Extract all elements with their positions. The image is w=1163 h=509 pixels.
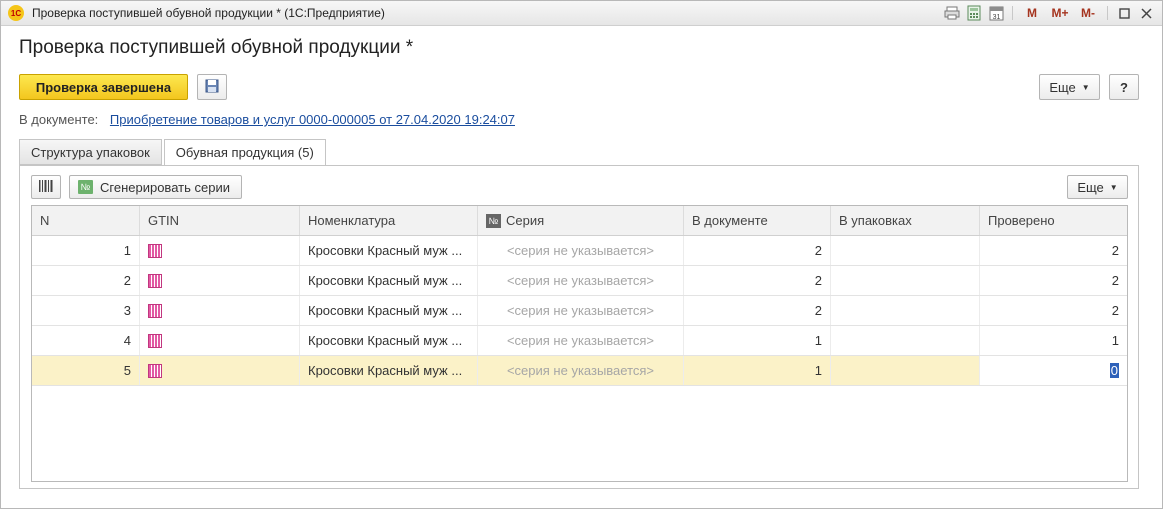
tab-bar: Структура упаковок Обувная продукция (5) [19,139,328,166]
barcode-icon [148,303,162,318]
cell-n: 4 [32,326,140,355]
number-sign-icon: № [486,213,501,228]
cell-in-packages [831,236,980,265]
separator [1012,6,1013,20]
document-reference: В документе: Приобретение товаров и услу… [19,112,515,127]
number-sign-icon: № [78,180,93,194]
cell-in-document: 2 [684,266,831,295]
cell-nomenclature: Кросовки Красный муж ... [300,296,478,325]
calculator-icon[interactable] [964,3,984,23]
document-link[interactable]: Приобретение товаров и услуг 0000-000005… [110,112,515,127]
close-icon[interactable] [1136,3,1156,23]
barcode-icon [148,243,162,258]
print-icon[interactable] [942,3,962,23]
tab-panel: № Сгенерировать серии Еще ▼ N GTIN Номен… [19,165,1139,489]
cell-checked[interactable]: 2 [980,266,1127,295]
tab-shoe-products[interactable]: Обувная продукция (5) [163,139,326,166]
more-button[interactable]: Еще ▼ [1039,74,1100,100]
cell-in-packages [831,356,980,385]
window-title: Проверка поступившей обувной продукции *… [32,6,385,20]
column-header-checked[interactable]: Проверено [980,206,1127,235]
generate-series-label: Сгенерировать серии [100,179,230,195]
finish-check-button[interactable]: Проверка завершена [19,74,188,100]
cell-series: <серия не указывается> [478,236,684,265]
products-table[interactable]: N GTIN Номенклатура № Серия В документе … [31,205,1128,482]
cell-n: 1 [32,236,140,265]
column-header-series[interactable]: № Серия [478,206,684,235]
save-button[interactable] [197,74,227,100]
cell-n: 5 [32,356,140,385]
table-row[interactable]: 2 Кросовки Красный муж ... <серия не ука… [32,266,1127,296]
cell-n: 2 [32,266,140,295]
separator [1107,6,1108,20]
cell-nomenclature: Кросовки Красный муж ... [300,236,478,265]
cell-series: <серия не указывается> [478,356,684,385]
table-row[interactable]: 4 Кросовки Красный муж ... <серия не ука… [32,326,1127,356]
cell-in-packages [831,266,980,295]
help-button[interactable]: ? [1109,74,1139,100]
app-window: 1С Проверка поступившей обувной продукци… [0,0,1163,509]
more-button-label: Еще [1049,79,1076,95]
document-label: В документе: [19,112,99,127]
barcode-icon [38,179,54,196]
column-header-in-packages[interactable]: В упаковках [831,206,980,235]
cell-n: 3 [32,296,140,325]
form-title: Проверка поступившей обувной продукции * [19,37,414,58]
cell-checked[interactable]: 2 [980,236,1127,265]
cell-gtin [140,296,300,325]
checked-input-value[interactable]: 0 [1109,363,1119,378]
table-header: N GTIN Номенклатура № Серия В документе … [32,206,1127,236]
cell-nomenclature: Кросовки Красный муж ... [300,266,478,295]
barcode-button[interactable] [31,175,61,199]
cell-in-packages [831,326,980,355]
chevron-down-icon: ▼ [1081,82,1090,92]
column-header-in-document[interactable]: В документе [684,206,831,235]
table-row-selected[interactable]: 5 Кросовки Красный муж ... <серия не ука… [32,356,1127,386]
memory-minus-button[interactable]: M- [1075,3,1101,23]
column-header-gtin[interactable]: GTIN [140,206,300,235]
app-logo: 1С [8,5,24,21]
panel-more-button[interactable]: Еще ▼ [1067,175,1128,199]
barcode-icon [148,333,162,348]
calendar-icon[interactable]: 31 [986,3,1006,23]
column-header-nomenclature[interactable]: Номенклатура [300,206,478,235]
cell-series: <серия не указывается> [478,326,684,355]
title-bar-tools: 31 M M+ M- [942,3,1156,23]
cell-gtin [140,326,300,355]
barcode-icon [148,363,162,378]
table-row[interactable]: 3 Кросовки Красный муж ... <серия не ука… [32,296,1127,326]
tab-package-structure[interactable]: Структура упаковок [19,139,162,165]
generate-series-button[interactable]: № Сгенерировать серии [69,175,242,199]
cell-nomenclature: Кросовки Красный муж ... [300,326,478,355]
cell-in-document: 2 [684,236,831,265]
column-header-series-label: Серия [506,213,545,228]
cell-checked-editor[interactable]: 0 [980,356,1127,385]
cell-checked[interactable]: 1 [980,326,1127,355]
cell-in-document: 1 [684,326,831,355]
cell-in-document: 2 [684,296,831,325]
svg-text:31: 31 [992,14,1000,21]
chevron-down-icon: ▼ [1109,182,1118,192]
cell-series: <серия не указывается> [478,296,684,325]
title-bar: 1С Проверка поступившей обувной продукци… [1,1,1162,26]
column-header-n[interactable]: N [32,206,140,235]
table-row[interactable]: 1 Кросовки Красный муж ... <серия не ука… [32,236,1127,266]
cell-checked[interactable]: 2 [980,296,1127,325]
floppy-disk-icon [205,79,219,96]
cell-in-packages [831,296,980,325]
cell-gtin [140,266,300,295]
cell-series: <серия не указывается> [478,266,684,295]
cell-gtin [140,356,300,385]
maximize-icon[interactable] [1114,3,1134,23]
cell-nomenclature: Кросовки Красный муж ... [300,356,478,385]
cell-gtin [140,236,300,265]
memory-button[interactable]: M [1019,3,1045,23]
panel-more-label: Еще [1077,179,1104,195]
memory-plus-button[interactable]: M+ [1047,3,1073,23]
cell-in-document: 1 [684,356,831,385]
barcode-icon [148,273,162,288]
